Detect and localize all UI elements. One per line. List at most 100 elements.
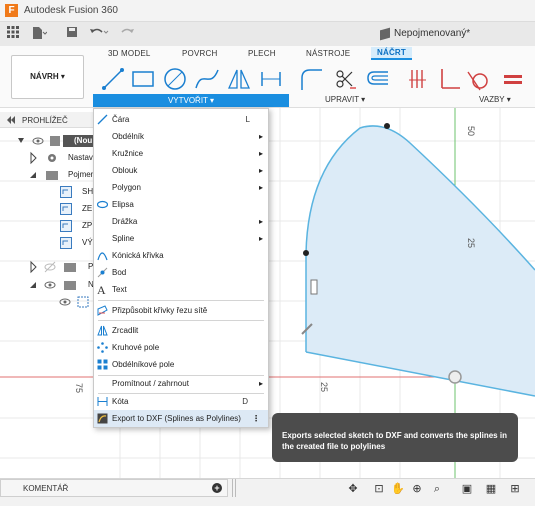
tree-row-origin[interactable]: P xyxy=(30,259,93,275)
menu-item-label: Elipsa xyxy=(112,200,134,209)
menu-item-circle[interactable]: Kružnice ▸ xyxy=(94,145,268,162)
menu-item-label: Čára xyxy=(112,115,130,124)
fit-icon[interactable]: ⌕ xyxy=(430,483,444,495)
rectangular-pattern-icon xyxy=(97,359,108,370)
more-options-icon[interactable]: ⋮ xyxy=(252,410,260,427)
line-tool-icon[interactable] xyxy=(100,66,126,92)
tree-row-view[interactable]: ZP xyxy=(60,218,92,234)
display-settings-icon[interactable]: ▣ xyxy=(460,483,474,495)
tab-surface[interactable]: POVRCH xyxy=(182,49,217,58)
menu-item-arc[interactable]: Oblouk ▸ xyxy=(94,162,268,179)
browser-header[interactable]: PROHLÍŽEČ xyxy=(0,112,93,128)
spline-point[interactable] xyxy=(384,123,390,129)
menu-item-label: Promítnout / zahrnout xyxy=(112,379,189,388)
coincident-constraint-icon[interactable] xyxy=(406,66,432,92)
fillet-tool-icon[interactable] xyxy=(298,66,324,92)
orbit-move-icon[interactable]: ✥ xyxy=(346,483,360,495)
submenu-arrow-icon: ▸ xyxy=(258,217,263,226)
dimension-tool-icon[interactable] xyxy=(258,66,284,92)
look-at-icon[interactable]: ⊡ xyxy=(372,483,386,495)
comments-panel[interactable]: KOMENTÁŘ + xyxy=(0,479,228,497)
pan-icon[interactable]: ✋ xyxy=(391,483,405,495)
circle-tool-icon[interactable] xyxy=(162,66,188,92)
submenu-arrow-icon: ▸ xyxy=(258,149,263,158)
tooltip: Exports selected sketch to DXF and conve… xyxy=(272,413,518,462)
menu-item-rectangular-pattern[interactable]: Obdélníkové pole xyxy=(94,356,268,373)
menu-item-label: Spline xyxy=(112,234,135,243)
tree-label: VÝ xyxy=(82,238,93,247)
axis-label: 25 xyxy=(319,382,329,392)
tab-sketch[interactable]: NÁČRT xyxy=(371,47,412,60)
tangent-constraint-icon[interactable] xyxy=(466,66,492,92)
tree-label: SH xyxy=(82,187,94,196)
menu-item-spline[interactable]: Spline ▸ xyxy=(94,230,268,247)
panel-splitter[interactable] xyxy=(232,479,236,497)
spline-tool-icon[interactable] xyxy=(194,66,220,92)
view-icon xyxy=(60,236,72,249)
menu-item-ellipse[interactable]: Elipsa xyxy=(94,196,268,213)
tab-sheet-metal[interactable]: PLECH xyxy=(248,49,276,58)
workspace-switcher[interactable]: NÁVRH ▾ xyxy=(11,55,84,99)
tree-row-view[interactable]: ZE xyxy=(60,201,92,217)
file-menu-icon[interactable] xyxy=(30,26,48,42)
redo-icon[interactable] xyxy=(119,26,137,42)
offset-tool-icon[interactable] xyxy=(364,66,390,92)
equal-constraint-icon[interactable] xyxy=(500,66,526,92)
menu-item-line[interactable]: Čára L xyxy=(94,111,268,128)
mirror-tool-icon[interactable] xyxy=(226,66,252,92)
menu-item-circular-pattern[interactable]: Kruhové pole xyxy=(94,339,268,356)
undo-icon[interactable] xyxy=(89,26,109,42)
menu-item-text[interactable]: A Text xyxy=(94,281,268,298)
tree-row-sketch[interactable] xyxy=(58,294,94,310)
menu-item-label: Text xyxy=(112,285,127,294)
menu-item-point[interactable]: Bod xyxy=(94,264,268,281)
add-comment-icon[interactable]: + xyxy=(212,483,222,493)
viewports-icon[interactable]: ⊞ xyxy=(508,483,522,495)
text-icon: A xyxy=(97,284,106,295)
create-menu-button[interactable]: VYTVOŘIT ▾ xyxy=(93,94,289,107)
tree-row-settings[interactable]: Nastav xyxy=(30,150,93,166)
menu-item-rectangle[interactable]: Obdélník ▸ xyxy=(94,128,268,145)
menu-item-export-dxf[interactable]: Export to DXF (Splines as Polylines) ⋮ xyxy=(94,410,268,427)
tab-3d-model[interactable]: 3D MODEL xyxy=(108,49,151,58)
menu-item-label: Kóta xyxy=(112,397,129,406)
tree-row-named-views[interactable]: Pojmen xyxy=(30,167,95,183)
menu-item-slot[interactable]: Drážka ▸ xyxy=(94,213,268,230)
submenu-arrow-icon: ▸ xyxy=(258,183,263,192)
grid-settings-icon[interactable]: ▦ xyxy=(484,483,498,495)
menu-item-dimension[interactable]: Kóta D xyxy=(94,393,268,410)
tree-label: Pojmen xyxy=(68,170,96,179)
save-icon[interactable] xyxy=(63,26,81,42)
sketch-profile[interactable] xyxy=(306,125,535,396)
perpendicular-constraint-icon[interactable] xyxy=(436,66,462,92)
view-icon xyxy=(60,185,72,198)
origin-point[interactable] xyxy=(448,370,462,384)
menu-item-label: Kruhové pole xyxy=(112,343,160,352)
menu-item-label: Kónická křivka xyxy=(112,251,164,260)
tree-row-view[interactable]: SH xyxy=(60,184,93,200)
menu-item-fit-mesh-section[interactable]: Přizpůsobit křivky řezu sítě xyxy=(94,302,268,319)
axis-label: 50 xyxy=(466,126,476,136)
workspace-label: NÁVRH ▾ xyxy=(30,72,65,81)
menu-item-label: Kružnice xyxy=(112,149,144,158)
line-icon xyxy=(97,114,108,125)
collapse-panel-icon[interactable] xyxy=(6,116,16,124)
constraint-glyph-icon[interactable] xyxy=(310,279,318,295)
menu-item-polygon[interactable]: Polygon ▸ xyxy=(94,179,268,196)
trim-tool-icon[interactable] xyxy=(332,66,358,92)
submenu-arrow-icon: ▸ xyxy=(258,132,263,141)
document-icon xyxy=(380,27,390,41)
rectangle-tool-icon[interactable] xyxy=(130,66,156,92)
menu-item-conic-curve[interactable]: Kónická křivka xyxy=(94,247,268,264)
zoom-icon[interactable]: ⊕ xyxy=(410,483,424,495)
tab-tools[interactable]: NÁSTROJE xyxy=(306,49,350,58)
app-grid-icon[interactable] xyxy=(4,26,22,42)
modify-menu-button[interactable]: UPRAVIT ▾ xyxy=(325,95,365,104)
tree-row-view[interactable]: VÝ xyxy=(60,235,93,251)
constraints-menu-button[interactable]: VAZBY ▾ xyxy=(479,95,511,104)
menu-item-mirror[interactable]: Zrcadlit xyxy=(94,322,268,339)
tree-row-sketches[interactable]: N xyxy=(30,277,94,293)
mesh-section-icon xyxy=(97,305,108,316)
menu-item-project-include[interactable]: Promítnout / zahrnout ▸ xyxy=(94,375,268,392)
spline-endpoint[interactable] xyxy=(303,250,309,256)
